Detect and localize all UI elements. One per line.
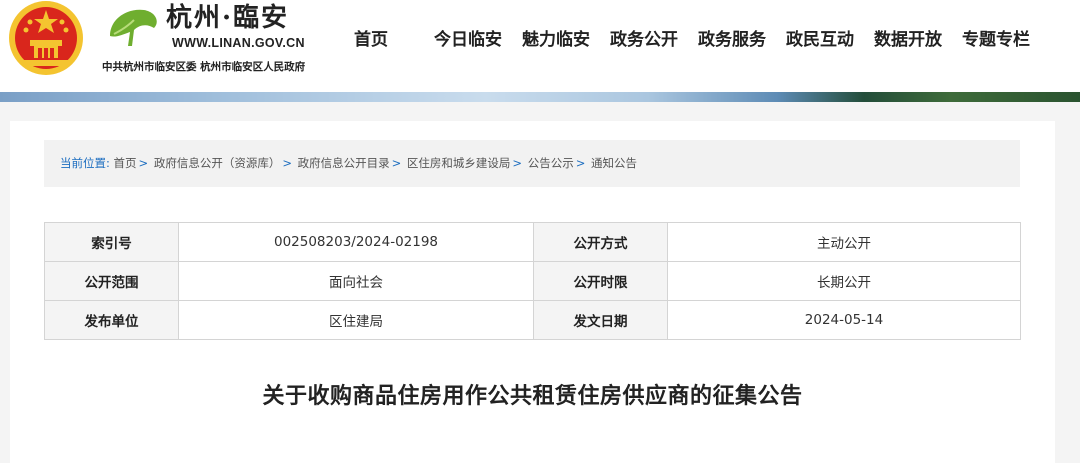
table-row: 发布单位 区住建局 发文日期 2024-05-14 bbox=[44, 300, 1021, 340]
site-organization: 中共杭州市临安区委 杭州市临安区人民政府 bbox=[102, 61, 306, 73]
table-row: 公开范围 面向社会 公开时限 长期公开 bbox=[44, 261, 1021, 301]
nav-item-home[interactable]: 首页 bbox=[354, 26, 414, 54]
table-row: 索引号 002508203/2024-02198 公开方式 主动公开 bbox=[44, 222, 1021, 262]
nav-item-special-topics[interactable]: 专题专栏 bbox=[962, 26, 1030, 54]
national-emblem-icon bbox=[9, 1, 83, 75]
breadcrumb-item-notices[interactable]: 通知公告 bbox=[591, 156, 637, 170]
breadcrumb-trail: 当前位置: 首页 > 政府信息公开（资源库） > 政府信息公开目录 > 区住房和城乡建… bbox=[60, 140, 637, 187]
breadcrumb-separator: > bbox=[282, 156, 292, 170]
site-name[interactable]: 杭州·臨安 bbox=[166, 2, 289, 34]
landscape-banner bbox=[0, 92, 1080, 102]
breadcrumb-separator: > bbox=[512, 156, 523, 170]
breadcrumb-item-announcements[interactable]: 公告公示 bbox=[528, 156, 574, 170]
breadcrumb-separator: > bbox=[138, 156, 149, 170]
site-url[interactable]: WWW.LINAN.GOV.CN bbox=[172, 36, 305, 50]
document-title: 关于收购商品住房用作公共租赁住房供应商的征集公告 bbox=[262, 384, 803, 409]
meta-label-disclosure-scope: 公开范围 bbox=[44, 261, 179, 301]
nav-item-today-linan[interactable]: 今日临安 bbox=[434, 26, 502, 54]
breadcrumb-item-info-disclosure-library[interactable]: 政府信息公开（资源库） bbox=[154, 156, 281, 170]
meta-label-disclosure-period: 公开时限 bbox=[533, 261, 668, 301]
meta-label-issue-date: 发文日期 bbox=[533, 300, 668, 340]
nav-item-government-services[interactable]: 政务服务 bbox=[698, 26, 766, 54]
nav-item-open-data[interactable]: 数据开放 bbox=[874, 26, 942, 54]
breadcrumb-separator: > bbox=[391, 156, 402, 170]
breadcrumb-lead: 当前位置: bbox=[60, 156, 110, 170]
meta-value-disclosure-scope: 面向社会 bbox=[178, 261, 534, 301]
meta-label-disclosure-method: 公开方式 bbox=[533, 222, 668, 262]
meta-label-index-number: 索引号 bbox=[44, 222, 179, 262]
meta-value-disclosure-method: 主动公开 bbox=[667, 222, 1021, 262]
meta-value-publisher: 区住建局 bbox=[178, 300, 534, 340]
nav-item-government-affairs-open[interactable]: 政务公开 bbox=[610, 26, 678, 54]
meta-value-index-number: 002508203/2024-02198 bbox=[178, 222, 534, 262]
nav-item-public-interaction[interactable]: 政民互动 bbox=[786, 26, 854, 54]
document-metadata-table: 索引号 002508203/2024-02198 公开方式 主动公开 公开范围 … bbox=[44, 222, 1021, 340]
meta-value-disclosure-period: 长期公开 bbox=[667, 261, 1021, 301]
meta-label-publisher: 发布单位 bbox=[44, 300, 179, 340]
main-nav: 首页 今日临安 魅力临安 政务公开 政务服务 政民互动 数据开放 专题专栏 bbox=[338, 26, 1050, 54]
breadcrumb-item-housing-bureau[interactable]: 区住房和城乡建设局 bbox=[407, 156, 511, 170]
ginkgo-leaf-logo-icon bbox=[110, 9, 157, 46]
breadcrumb-item-info-disclosure-catalog[interactable]: 政府信息公开目录 bbox=[298, 156, 390, 170]
breadcrumb: 当前位置: 首页 > 政府信息公开（资源库） > 政府信息公开目录 > 区住房和城乡建… bbox=[44, 140, 1020, 187]
breadcrumb-separator: > bbox=[575, 156, 586, 170]
site-header: 杭州·臨安 WWW.LINAN.GOV.CN 中共杭州市临安区委 杭州市临安区人… bbox=[0, 0, 1080, 92]
meta-value-issue-date: 2024-05-14 bbox=[667, 300, 1021, 340]
nav-item-charm-linan[interactable]: 魅力临安 bbox=[522, 26, 590, 54]
breadcrumb-item-home[interactable]: 首页 bbox=[114, 156, 137, 170]
